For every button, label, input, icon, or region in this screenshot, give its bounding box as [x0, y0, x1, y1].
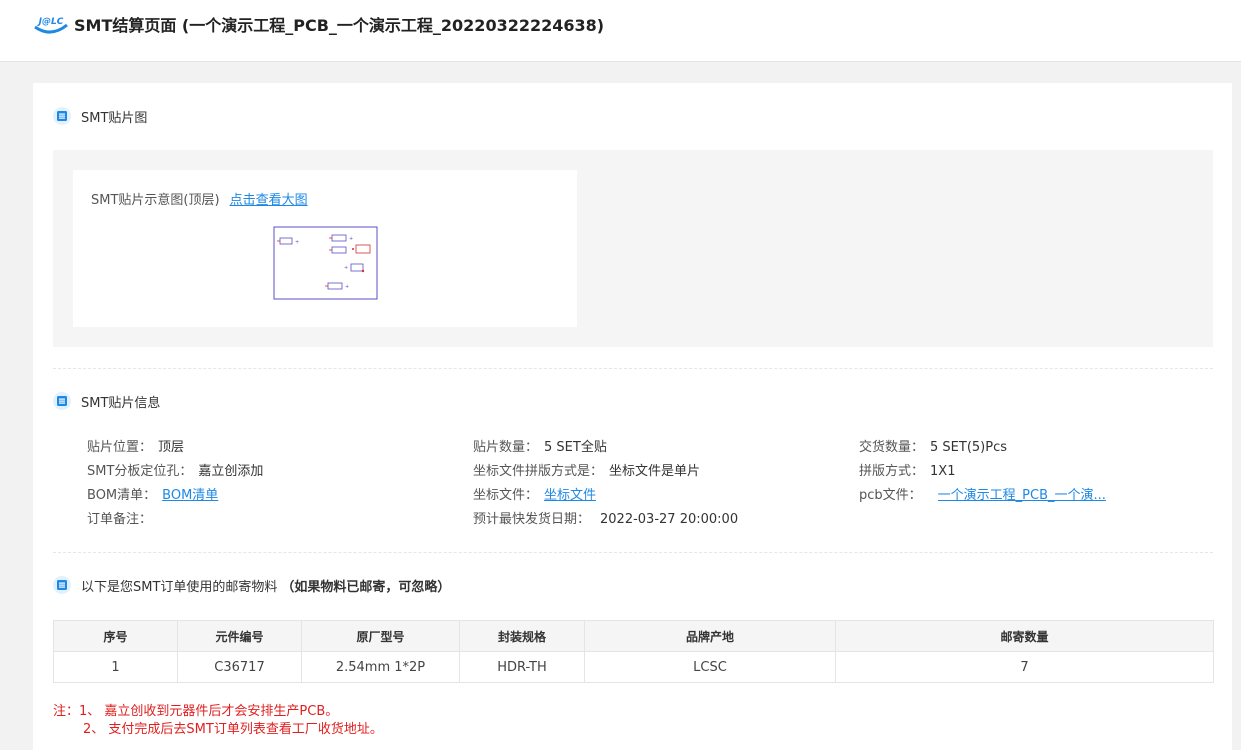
info-positioning-holes: SMT分板定位孔： 嘉立创添加: [87, 463, 263, 481]
table-cell: 2.54mm 1*2P: [301, 651, 460, 683]
svg-text:+: +: [349, 236, 353, 242]
info-placement-position: 贴片位置： 顶层: [87, 439, 184, 457]
table-cell: 7: [835, 651, 1214, 683]
materials-table: 序号 元件编号 原厂型号 封装规格 品牌产地 邮寄数量 1 C36717 2.5…: [53, 620, 1214, 683]
info-label: 贴片数量：: [473, 440, 539, 455]
svg-text:+: +: [295, 240, 299, 246]
section-header-smt-info: SMT贴片信息: [53, 390, 160, 412]
svg-text:+: +: [344, 265, 348, 271]
info-label: 拼版方式：: [859, 464, 925, 479]
note-line-1: 注：1、 嘉立创收到元器件后才会安排生产PCB。: [53, 704, 339, 719]
section-title: 以下是您SMT订单使用的邮寄物料: [81, 579, 278, 595]
section-divider: [53, 552, 1213, 553]
info-label: 交货数量：: [859, 440, 925, 455]
table-cell: C36717: [177, 651, 302, 683]
table-header-row: 序号 元件编号 原厂型号 封装规格 品牌产地 邮寄数量: [53, 620, 1214, 652]
info-order-remark: 订单备注：: [87, 511, 158, 529]
placement-map-caption: SMT贴片示意图(顶层) 点击查看大图: [91, 189, 308, 208]
table-cell: 1: [53, 651, 178, 683]
info-value: 嘉立创添加: [198, 464, 264, 479]
list-icon: [53, 576, 71, 594]
column-header: 原厂型号: [301, 620, 460, 652]
info-label: BOM清单：: [87, 488, 157, 503]
table-row: 1 C36717 2.54mm 1*2P HDR-TH LCSC 7: [53, 651, 1214, 683]
info-coordinate-file: 坐标文件： 坐标文件: [473, 487, 596, 505]
svg-text:+: +: [345, 284, 349, 290]
info-label: 坐标文件：: [473, 488, 539, 503]
info-value: 2022-03-27 20:00:00: [600, 512, 739, 527]
column-header: 邮寄数量: [835, 620, 1214, 652]
jlc-logo: J@LC: [34, 17, 68, 34]
info-value: 5 SET(5)Pcs: [930, 440, 1007, 455]
info-label: 坐标文件拼版方式是：: [473, 464, 604, 479]
info-estimated-ship-date: 预计最快发货日期： 2022-03-27 20:00:00: [473, 511, 738, 529]
info-value: 顶层: [158, 440, 185, 455]
placement-map-card: SMT贴片示意图(顶层) 点击查看大图 + + + +: [73, 170, 577, 327]
table-cell: HDR-TH: [459, 651, 585, 683]
info-value: 5 SET全贴: [544, 440, 607, 455]
bom-list-link[interactable]: BOM清单: [162, 488, 218, 503]
info-delivery-quantity: 交货数量： 5 SET(5)Pcs: [859, 439, 1007, 457]
main-card: SMT贴片图 SMT贴片示意图(顶层) 点击查看大图 + + + + SMT贴片…: [33, 83, 1232, 750]
info-value: 1X1: [930, 464, 956, 479]
info-panelization-method: 拼版方式： 1X1: [859, 463, 955, 481]
placement-map-panel: SMT贴片示意图(顶层) 点击查看大图 + + + +: [53, 150, 1213, 347]
info-bom-list: BOM清单： BOM清单: [87, 487, 218, 505]
section-divider: [53, 368, 1213, 369]
info-placement-quantity: 贴片数量： 5 SET全贴: [473, 439, 607, 457]
column-header: 封装规格: [459, 620, 585, 652]
info-label: SMT分板定位孔：: [87, 464, 193, 479]
list-icon: [53, 392, 71, 410]
pcb-placement-diagram[interactable]: + + + +: [273, 226, 379, 301]
column-header: 品牌产地: [584, 620, 836, 652]
page-title: SMT结算页面 (一个演示工程_PCB_一个演示工程_2022032222463…: [74, 16, 605, 35]
info-label: 订单备注：: [87, 512, 153, 527]
section-header-placement-map: SMT贴片图: [53, 105, 147, 127]
section-note: （如果物料已邮寄，可忽略）: [281, 579, 451, 595]
info-label: 贴片位置：: [87, 440, 153, 455]
list-icon: [53, 107, 71, 125]
info-value: 坐标文件是单片: [609, 464, 701, 479]
info-coordinate-panelization: 坐标文件拼版方式是： 坐标文件是单片: [473, 463, 700, 481]
pcb-file-link[interactable]: 一个演示工程_PCB_一个演...: [938, 487, 1106, 505]
notes: 注：1、 嘉立创收到元器件后才会安排生产PCB。 2、 支付完成后去SMT订单列…: [53, 703, 383, 739]
note-line-2: 2、 支付完成后去SMT订单列表查看工厂收货地址。: [83, 722, 383, 737]
svg-text:J@LC: J@LC: [37, 17, 64, 27]
column-header: 元件编号: [177, 620, 302, 652]
table-cell: LCSC: [584, 651, 836, 683]
info-label: 预计最快发货日期：: [473, 512, 591, 527]
view-large-link[interactable]: 点击查看大图: [230, 193, 308, 208]
coordinate-file-link[interactable]: 坐标文件: [544, 488, 596, 503]
section-header-materials: 以下是您SMT订单使用的邮寄物料 （如果物料已邮寄，可忽略）: [53, 574, 450, 596]
info-label: pcb文件：: [859, 488, 922, 503]
top-bar: J@LC SMT结算页面 (一个演示工程_PCB_一个演示工程_20220322…: [0, 0, 1241, 62]
section-title: SMT贴片图: [81, 110, 148, 126]
section-title: SMT贴片信息: [81, 395, 161, 411]
column-header: 序号: [53, 620, 178, 652]
info-pcb-file: pcb文件： 一个演示工程_PCB_一个演...: [859, 487, 1106, 505]
map-caption-text: SMT贴片示意图(顶层): [91, 193, 220, 208]
